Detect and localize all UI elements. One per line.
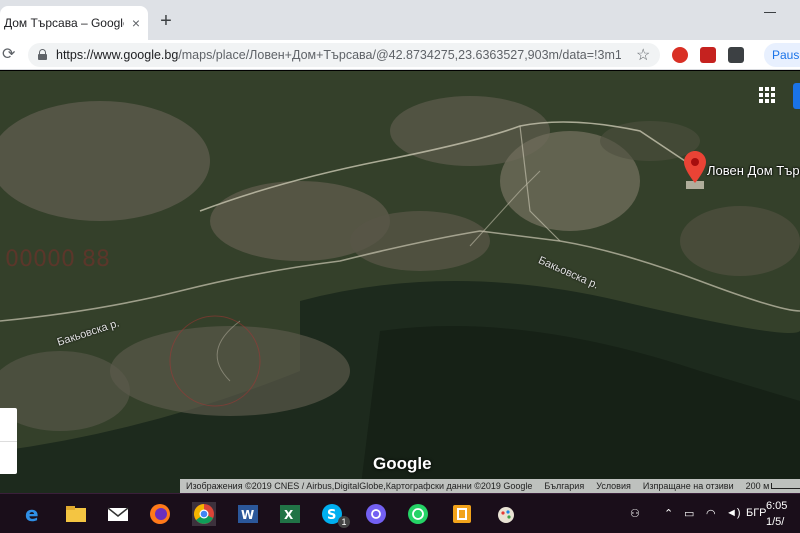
- feedback-link[interactable]: Изпращане на отзиви: [637, 481, 740, 491]
- clock-date: 1/5/: [766, 516, 785, 528]
- satellite-map[interactable]: 00000 88 Ловен Дом Търс Бакьовска р. Бак…: [0, 71, 800, 493]
- excel-icon[interactable]: X: [278, 502, 302, 526]
- chrome-icon[interactable]: [192, 502, 216, 526]
- google-apps-icon[interactable]: [759, 87, 775, 103]
- svg-text:X: X: [284, 508, 294, 522]
- clock-time: 6:05: [766, 500, 788, 512]
- terms-link[interactable]: Условия: [590, 481, 637, 491]
- edge-icon[interactable]: e: [22, 502, 46, 526]
- place-label[interactable]: Ловен Дом Търс: [707, 163, 800, 178]
- paint-icon[interactable]: [494, 502, 518, 526]
- url-host: https://www.google.bg: [56, 48, 179, 62]
- word-icon[interactable]: W: [236, 502, 260, 526]
- windows-taskbar: e W X S 1 ⚇ ⌃ ▭ ◠ ◄) БГР 6:05 1/5/: [0, 493, 800, 533]
- url-path: /maps/place/Ловен+Дом+Търсава/@42.873427…: [178, 48, 621, 62]
- wifi-icon[interactable]: ◠: [706, 507, 716, 520]
- scale-value: 200 м: [745, 481, 770, 491]
- browser-toolbar: ⟳ https://www.google.bg/maps/place/Ловен…: [0, 40, 800, 70]
- scale-label[interactable]: 200 м: [740, 481, 800, 491]
- svg-text:S: S: [327, 508, 336, 523]
- tab-title: Дом Търсава – Google К: [4, 16, 124, 30]
- svg-text:00000 88: 00000 88: [5, 247, 110, 272]
- tab-strip: Дом Търсава – Google К × +: [0, 0, 800, 40]
- zoom-control[interactable]: [0, 408, 17, 474]
- browser-tab[interactable]: Дом Търсава – Google К ×: [0, 6, 148, 40]
- people-icon[interactable]: ⚇: [630, 507, 640, 520]
- place-pin-icon[interactable]: [684, 151, 706, 183]
- chevron-up-icon[interactable]: ⌃: [664, 507, 673, 520]
- google-logo: Google: [373, 454, 432, 473]
- reload-icon[interactable]: ⟳: [2, 44, 15, 64]
- bookmark-star-icon[interactable]: ☆: [636, 45, 650, 65]
- file-explorer-icon[interactable]: [64, 502, 88, 526]
- pause-button[interactable]: Pause: [764, 43, 800, 67]
- imagery-credit: Изображения ©2019 CNES / Airbus,DigitalG…: [186, 481, 533, 491]
- close-icon[interactable]: ×: [132, 15, 140, 31]
- extension-media-icon[interactable]: [728, 47, 744, 63]
- app-icon[interactable]: [450, 502, 474, 526]
- map-attribution: Изображения ©2019 CNES / Airbus,DigitalG…: [180, 479, 800, 493]
- mail-icon[interactable]: [106, 502, 130, 526]
- url-text[interactable]: https://www.google.bg/maps/place/Ловен+Д…: [56, 48, 621, 62]
- viber-icon[interactable]: [364, 502, 388, 526]
- extension-shield-icon[interactable]: [700, 47, 716, 63]
- lock-icon: [38, 49, 47, 60]
- address-bar[interactable]: https://www.google.bg/maps/place/Ловен+Д…: [28, 43, 660, 67]
- sign-in-button[interactable]: [793, 83, 800, 109]
- satellite-imagery: 00000 88: [0, 71, 800, 493]
- country-link[interactable]: България: [538, 481, 590, 491]
- scale-bar: [771, 483, 800, 489]
- svg-text:W: W: [241, 508, 254, 522]
- svg-text:e: e: [25, 502, 39, 526]
- new-tab-button[interactable]: +: [155, 10, 177, 32]
- clock[interactable]: 6:05 1/5/: [766, 498, 787, 530]
- skype-badge: 1: [338, 516, 350, 528]
- volume-icon[interactable]: ◄): [726, 507, 741, 519]
- minimize-button[interactable]: [760, 6, 780, 16]
- language-indicator[interactable]: БГР: [746, 507, 767, 519]
- battery-icon[interactable]: ▭: [684, 507, 694, 520]
- firefox-icon[interactable]: [148, 502, 172, 526]
- whatsapp-icon[interactable]: [406, 502, 430, 526]
- extension-icon[interactable]: [672, 47, 688, 63]
